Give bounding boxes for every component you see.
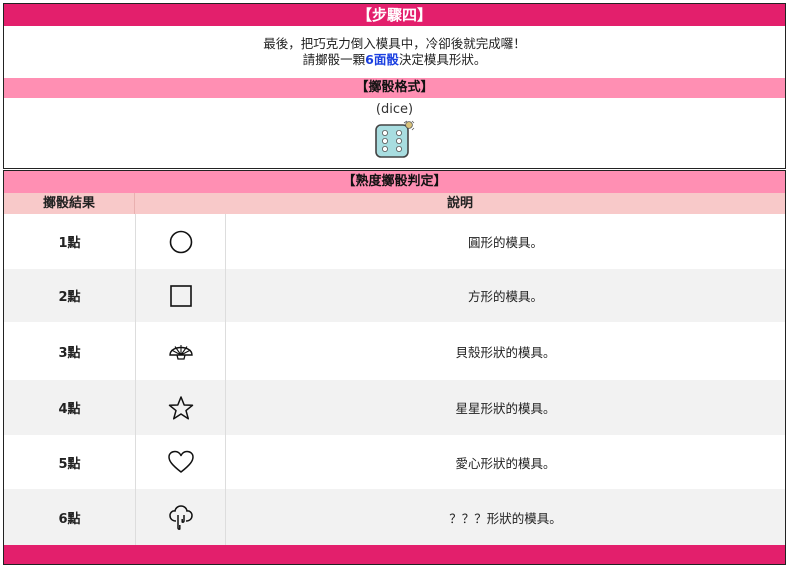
footer-bar [4,545,785,564]
dice-icon-container [4,120,785,164]
intro-highlight: 6面骰 [365,52,399,67]
icon-cell [135,214,226,269]
table-row: 3點 貝殼形狀的模具。 [4,322,785,380]
desc-cell: 貝殼形狀的模具。 [455,344,556,360]
desc-cell: 星星形狀的模具。 [455,401,556,416]
desc-cell: 愛心形狀的模具。 [455,455,556,471]
circle-icon [169,230,192,253]
intro-line-2: 請擲骰一顆6面骰決定模具形狀。 [4,52,785,68]
intro-line-2-prefix: 請擲骰一顆 [302,52,366,67]
square-icon [169,284,192,307]
table-row: 4點 星星形狀的模具。 [4,380,785,435]
table-row: 2點 方形的模具。 [4,269,785,322]
intro-line-1: 最後，把巧克力倒入模具中，冷卻後就完成囉！ [263,36,526,51]
icon-cell [135,269,226,322]
dice-format-header: 【擲骰格式】 [4,78,785,98]
dice-icon [374,120,414,158]
dice-command: (dice) [375,102,414,117]
table-row: 1點 圓形的模具。 [4,214,785,269]
table-row: 6點 ？？？形狀的模具。 [4,489,785,545]
icon-cell [135,322,226,380]
result-cell: 1點 [58,236,81,251]
result-cell: 5點 [58,456,81,472]
heart-icon [167,450,194,473]
judge-section: 【熟度擲骰判定】 擲骰結果 說明 1點 圓形的模具。 2點 方形的模具。 3點 [3,170,786,565]
desc-cell: 方形的模具。 [467,289,543,304]
intro-line-2-suffix: 決定模具形狀。 [398,52,487,67]
step-title: 【步驟四】 [4,4,785,26]
desc-cell: 圓形的模具。 [467,235,543,250]
table-row: 5點 愛心形狀的模具。 [4,435,785,489]
icon-cell [135,489,226,545]
desc-cell: ？？？形狀的模具。 [449,510,562,526]
step-section: 【步驟四】 最後，把巧克力倒入模具中，冷卻後就完成囉！ 請擲骰一顆6面骰決定模具… [3,3,786,169]
result-cell: 6點 [58,511,81,527]
result-cell: 4點 [58,402,81,417]
table-header-row: 擲骰結果 說明 [4,193,785,214]
column-header-result: 擲骰結果 [4,193,135,214]
column-header-desc: 說明 [446,196,473,211]
judge-table-body: 1點 圓形的模具。 2點 方形的模具。 3點 貝殼形狀的模具。 4點 星星形狀的… [4,214,785,545]
icon-cell [135,380,226,435]
icon-cell [135,435,226,489]
intro-text: 最後，把巧克力倒入模具中，冷卻後就完成囉！ 請擲骰一顆6面骰決定模具形狀。 [4,26,785,78]
result-cell: 3點 [58,345,81,361]
judge-header: 【熟度擲骰判定】 [4,171,785,193]
mystery-icon [168,505,193,530]
shell-icon [168,345,193,360]
result-cell: 2點 [58,290,81,305]
star-icon [168,395,193,420]
